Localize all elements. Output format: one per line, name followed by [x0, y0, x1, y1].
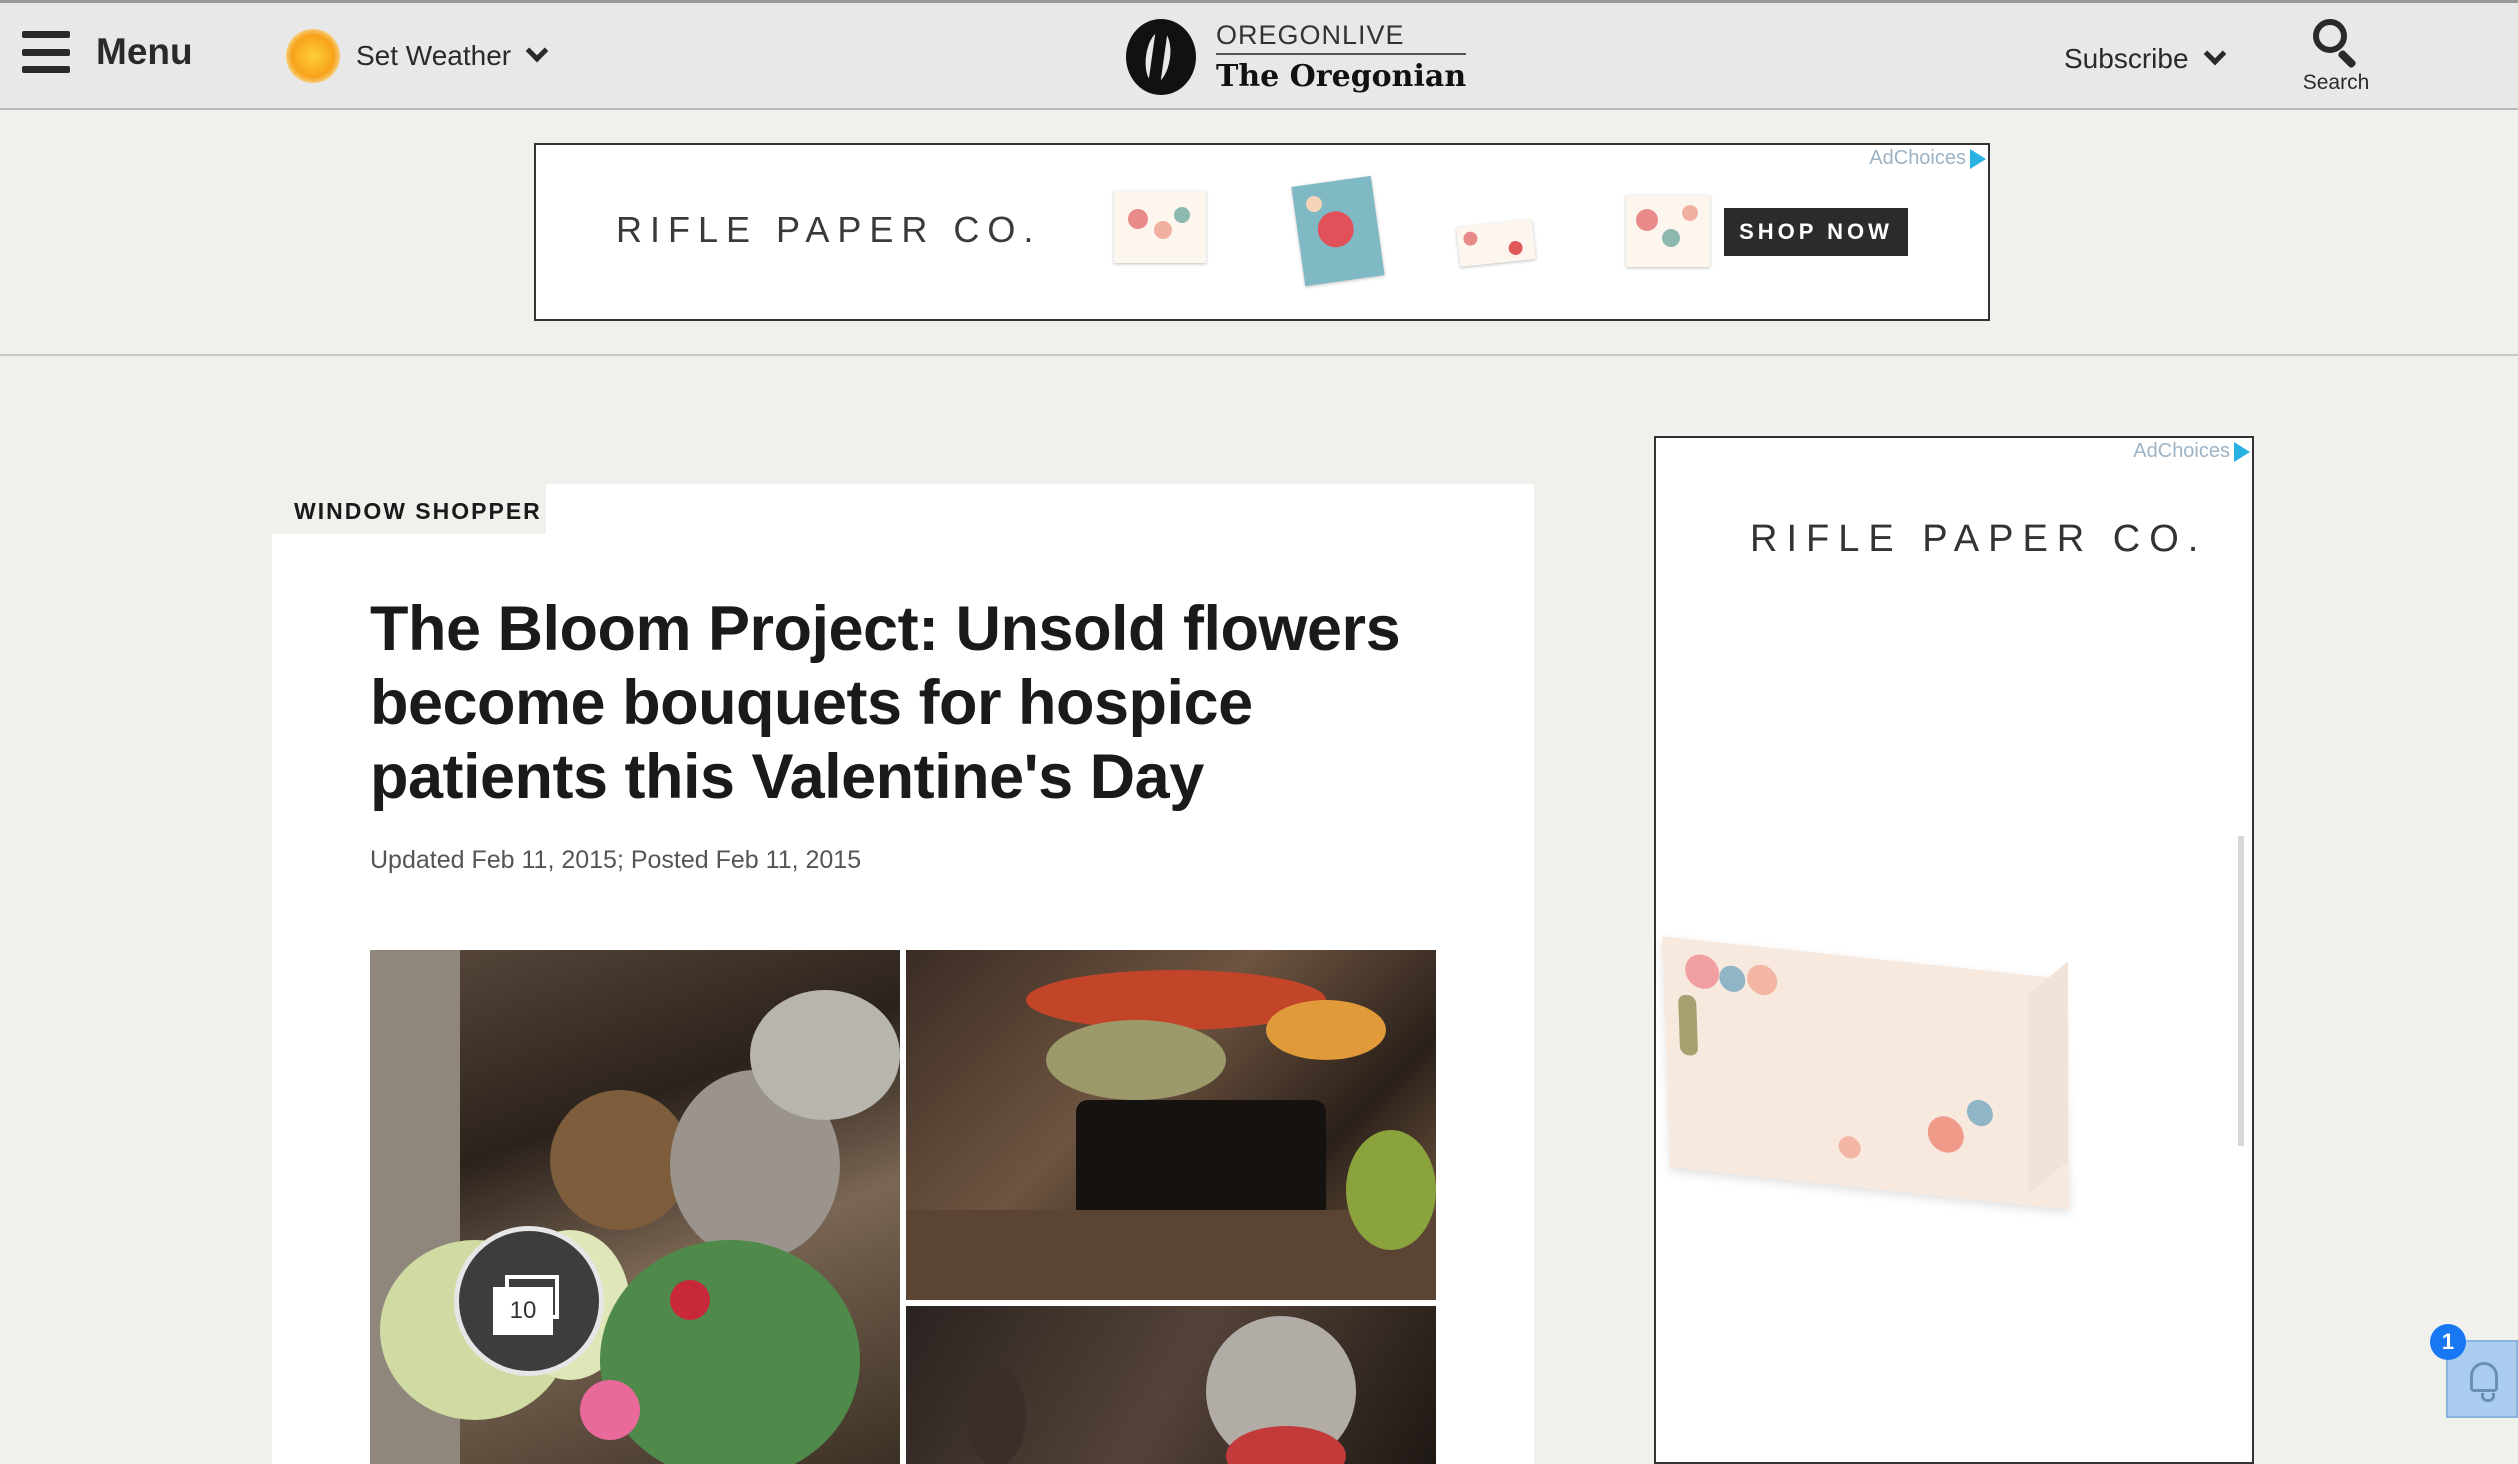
article-dateline: Updated Feb 11, 2015; Posted Feb 11, 201… — [370, 846, 862, 874]
hamburger-icon — [22, 31, 70, 73]
gallery-count-button[interactable]: 10 — [454, 1226, 604, 1376]
notification-badge: 1 — [2430, 1324, 2466, 1360]
adchoices-label: AdChoices — [1869, 147, 1966, 169]
gallery-photo[interactable] — [370, 950, 900, 1464]
section-label[interactable]: WINDOW SHOPPER — [272, 484, 546, 534]
menu-label: Menu — [96, 31, 193, 72]
place-card-fold — [2028, 961, 2068, 1195]
logo-oregonlive-text: OREGONLIVE — [1216, 20, 1467, 55]
gallery-photo[interactable] — [906, 950, 1436, 1300]
weather-label: Set Weather — [356, 40, 512, 71]
sun-icon — [286, 29, 340, 83]
search-icon — [2311, 17, 2361, 69]
adchoices-label: AdChoices — [2133, 440, 2230, 462]
gallery-count: 10 — [493, 1287, 553, 1335]
sidebar-ad[interactable]: AdChoices RIFLE PAPER CO. — [1654, 436, 2254, 1464]
article-card-top — [546, 484, 1534, 534]
stationery-card-image — [1456, 219, 1536, 267]
adchoices-icon — [1970, 148, 1986, 169]
stationery-card-image — [1291, 175, 1385, 287]
chevron-down-icon — [2203, 42, 2226, 66]
subscribe-label: Subscribe — [2064, 43, 2189, 74]
article-headline: The Bloom Project: Unsold flowers become… — [370, 594, 1401, 812]
place-card-image — [1662, 936, 2070, 1210]
banner-ad[interactable]: AdChoices RIFLE PAPER CO. SHOP NOW — [534, 143, 1990, 321]
oregonian-o-icon — [1126, 19, 1196, 95]
gallery-photo[interactable] — [906, 1306, 1436, 1464]
set-weather-button[interactable]: Set Weather — [286, 29, 549, 83]
menu-button[interactable]: Menu — [22, 31, 193, 73]
logo-oregonian-text: The Oregonian — [1216, 59, 1467, 94]
site-header: Menu Set Weather OREGONLIVE The Oregonia… — [0, 0, 2518, 110]
search-label: Search — [2302, 71, 2370, 94]
ad-brand-text: RIFLE PAPER CO. — [616, 209, 1042, 250]
adchoices-icon — [2234, 441, 2250, 462]
stationery-card-image — [1626, 195, 1710, 267]
subscribe-button[interactable]: Subscribe — [2064, 42, 2226, 75]
photo-gallery[interactable] — [370, 950, 1436, 1464]
site-logo[interactable]: OREGONLIVE The Oregonian — [1126, 19, 1467, 95]
stationery-card-image — [1114, 191, 1206, 263]
ad-brand-text: RIFLE PAPER CO. — [1750, 518, 2208, 560]
banner-ad-zone: AdChoices RIFLE PAPER CO. SHOP NOW — [0, 110, 2518, 356]
chevron-down-icon — [525, 39, 549, 63]
search-button[interactable]: Search — [2300, 17, 2372, 95]
scrollbar-track[interactable] — [2238, 836, 2244, 1146]
adchoices-link[interactable]: AdChoices — [2125, 438, 2252, 465]
shop-now-button[interactable]: SHOP NOW — [1724, 208, 1908, 256]
adchoices-link[interactable]: AdChoices — [1861, 145, 1988, 172]
bell-icon — [2470, 1362, 2498, 1402]
